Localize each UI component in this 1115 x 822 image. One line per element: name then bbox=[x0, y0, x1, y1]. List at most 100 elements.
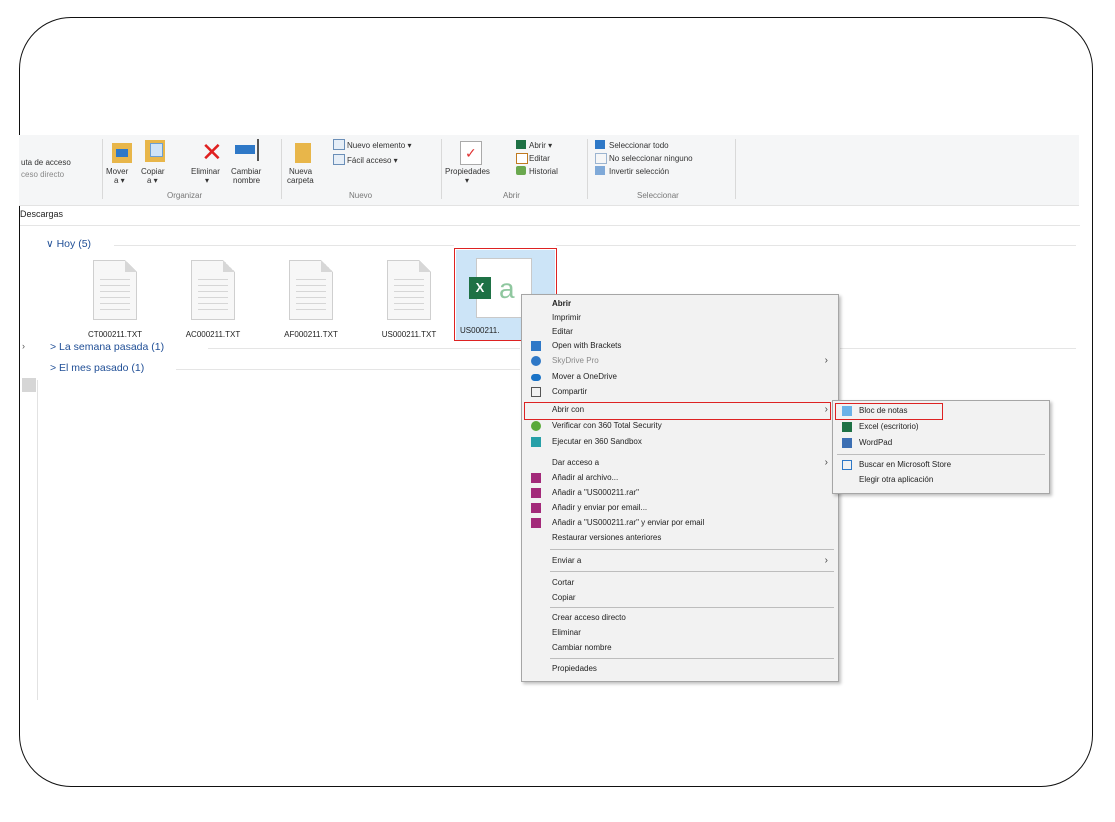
history-button[interactable]: Historial bbox=[529, 167, 558, 176]
highlight-abrir-con bbox=[524, 402, 831, 420]
menu-item-dar-acceso[interactable]: Dar acceso a › bbox=[522, 456, 838, 470]
select-none-button[interactable]: No seleccionar ninguno bbox=[609, 154, 693, 163]
ribbon-divider bbox=[281, 139, 282, 199]
menu-item-anadir-email[interactable]: Añadir y enviar por email... bbox=[522, 501, 838, 515]
file-name: US000211.TXT bbox=[381, 330, 437, 339]
menu-item-abrir[interactable]: Abrir bbox=[522, 297, 838, 311]
rename-icon[interactable] bbox=[235, 145, 255, 154]
menu-item-enviar-a[interactable]: Enviar a › bbox=[522, 554, 838, 568]
menu-item-anadir-rar[interactable]: Añadir a "US000211.rar" bbox=[522, 486, 838, 500]
copy-button-sub: a ▾ bbox=[147, 176, 158, 185]
group-rule bbox=[208, 348, 520, 349]
menu-item-ejecutar-sandbox[interactable]: Ejecutar en 360 Sandbox bbox=[522, 435, 838, 449]
wordpad-icon bbox=[842, 438, 852, 448]
menu-item-cambiar-nombre[interactable]: Cambiar nombre bbox=[522, 641, 838, 655]
excel-icon bbox=[842, 422, 852, 432]
breadcrumb[interactable]: Descargas bbox=[20, 209, 63, 219]
file-item[interactable]: CT000211.TXT bbox=[70, 260, 160, 339]
properties-icon[interactable]: ✓ bbox=[460, 141, 482, 165]
group-header-mes[interactable]: > El mes pasado (1) bbox=[50, 362, 144, 374]
menu-item-imprimir[interactable]: Imprimir bbox=[522, 311, 838, 325]
group-rule bbox=[556, 245, 1076, 246]
group-header-semana[interactable]: > La semana pasada (1) bbox=[50, 341, 164, 353]
menu-item-editar[interactable]: Editar bbox=[522, 325, 838, 339]
submenu-item-wordpad[interactable]: WordPad bbox=[833, 436, 1049, 450]
nav-expand-icon[interactable]: › bbox=[22, 341, 25, 351]
ribbon-left-label-2[interactable]: ceso directo bbox=[21, 170, 64, 179]
invert-selection-button[interactable]: Invertir selección bbox=[609, 167, 669, 176]
easy-access-button[interactable]: Fácil acceso ▾ bbox=[347, 156, 398, 165]
menu-item-cortar[interactable]: Cortar bbox=[522, 576, 838, 590]
file-name: AF000211.TXT bbox=[284, 330, 338, 339]
edit-button[interactable]: Editar bbox=[529, 154, 550, 163]
menu-item-skydrive-pro[interactable]: SkyDrive Pro › bbox=[522, 354, 838, 368]
menu-item-eliminar[interactable]: Eliminar bbox=[522, 626, 838, 640]
edit-icon bbox=[516, 153, 528, 164]
menu-item-verificar-360[interactable]: Verificar con 360 Total Security bbox=[522, 419, 838, 433]
menu-item-crear-acceso[interactable]: Crear acceso directo bbox=[522, 611, 838, 625]
new-item-button[interactable]: Nuevo elemento ▾ bbox=[347, 141, 412, 150]
excel-open-icon bbox=[516, 140, 526, 149]
delete-button-sub: ▾ bbox=[205, 176, 210, 185]
copy-button[interactable]: Copiar bbox=[141, 167, 165, 176]
group-seleccionar: Seleccionar bbox=[637, 191, 679, 200]
ribbon-divider bbox=[587, 139, 588, 199]
highlight-bloc-de-notas bbox=[835, 403, 943, 420]
text-file-icon bbox=[387, 260, 431, 320]
easy-access-icon bbox=[333, 154, 345, 165]
rename-button[interactable]: Cambiar bbox=[231, 167, 261, 176]
file-item[interactable]: US000211.TXT bbox=[364, 260, 454, 339]
select-all-button[interactable]: Seleccionar todo bbox=[609, 141, 669, 150]
store-icon bbox=[842, 460, 852, 470]
menu-item-anadir-rar-email[interactable]: Añadir a "US000211.rar" y enviar por ema… bbox=[522, 516, 838, 530]
menu-item-compartir[interactable]: Compartir bbox=[522, 385, 838, 399]
menu-item-mover-onedrive[interactable]: Mover a OneDrive bbox=[522, 370, 838, 384]
submenu-item-buscar-store[interactable]: Buscar en Microsoft Store bbox=[833, 458, 1049, 472]
group-organizar: Organizar bbox=[167, 191, 203, 200]
text-cursor-icon bbox=[257, 139, 259, 161]
new-folder-button[interactable]: Nueva bbox=[289, 167, 312, 176]
menu-separator bbox=[550, 571, 834, 572]
file-item[interactable]: AF000211.TXT bbox=[266, 260, 356, 339]
menu-item-restaurar[interactable]: Restaurar versiones anteriores bbox=[522, 531, 838, 545]
menu-item-copiar[interactable]: Copiar bbox=[522, 591, 838, 605]
skydrive-icon bbox=[531, 356, 541, 366]
file-item[interactable]: AC000211.TXT bbox=[168, 260, 258, 339]
submenu-item-excel[interactable]: Excel (escritorio) bbox=[833, 420, 1049, 434]
ribbon-divider bbox=[735, 139, 736, 199]
properties-button[interactable]: Propiedades bbox=[445, 167, 490, 176]
context-menu: Abrir Imprimir Editar Open with Brackets… bbox=[521, 294, 839, 682]
ribbon-left-label-1[interactable]: uta de acceso bbox=[21, 158, 71, 167]
text-file-icon bbox=[93, 260, 137, 320]
delete-icon[interactable]: ✕ bbox=[201, 139, 223, 165]
submenu-item-elegir-otra[interactable]: Elegir otra aplicación bbox=[833, 473, 1049, 487]
history-icon bbox=[516, 166, 526, 175]
properties-button-sub: ▾ bbox=[465, 176, 470, 185]
file-name: AC000211.TXT bbox=[185, 330, 241, 339]
menu-item-open-with-brackets[interactable]: Open with Brackets bbox=[522, 339, 838, 353]
move-button[interactable]: Mover bbox=[106, 167, 128, 176]
ribbon-divider bbox=[441, 139, 442, 199]
share-icon bbox=[531, 387, 541, 397]
winrar-icon bbox=[531, 503, 541, 513]
copy-to-icon[interactable] bbox=[145, 140, 165, 162]
winrar-icon bbox=[531, 473, 541, 483]
sandbox-icon bbox=[531, 437, 541, 447]
open-button[interactable]: Abrir ▾ bbox=[529, 141, 552, 150]
text-file-icon bbox=[289, 260, 333, 320]
onedrive-icon bbox=[531, 374, 541, 381]
select-all-icon bbox=[595, 140, 605, 149]
menu-item-propiedades[interactable]: Propiedades bbox=[522, 662, 838, 676]
group-header-hoy[interactable]: ∨ Hoy (5) bbox=[46, 238, 91, 250]
menu-separator bbox=[550, 607, 834, 608]
new-item-icon bbox=[333, 139, 345, 150]
new-folder-icon[interactable] bbox=[295, 143, 311, 163]
menu-item-anadir-archivo[interactable]: Añadir al archivo... bbox=[522, 471, 838, 485]
delete-button[interactable]: Eliminar bbox=[191, 167, 220, 176]
group-rule bbox=[176, 369, 520, 370]
move-to-icon[interactable] bbox=[112, 143, 132, 163]
invert-selection-icon bbox=[595, 166, 605, 175]
ribbon: uta de acceso ceso directo Mover a ▾ Cop… bbox=[19, 135, 1079, 206]
ribbon-divider bbox=[102, 139, 103, 199]
text-file-icon bbox=[191, 260, 235, 320]
